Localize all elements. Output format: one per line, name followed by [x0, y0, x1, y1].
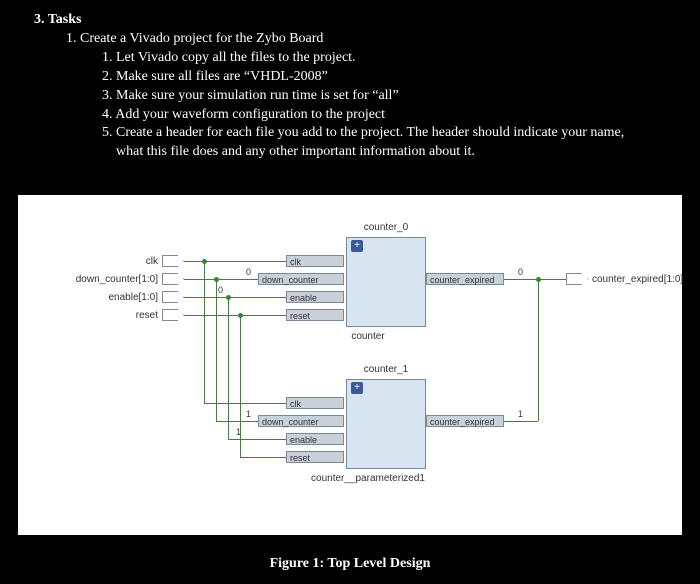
pad-c0-dc: down_counter [258, 273, 344, 285]
wire-node [536, 277, 541, 282]
port-reset: reset [68, 309, 184, 321]
wire [504, 279, 566, 280]
block-counter-0-header: counter_0 [347, 222, 425, 233]
wire-node [202, 259, 207, 264]
pad-c0-en: enable [286, 291, 344, 303]
port-shape-out-icon [566, 273, 588, 285]
wire [204, 261, 205, 403]
port-down-counter: down_counter[1:0] [68, 273, 184, 285]
task-sub-3: 3. Make sure your simulation run time is… [102, 87, 666, 106]
pad-c1-out: counter_expired [426, 415, 504, 427]
wire [184, 315, 286, 316]
block-c1-instance: counter__parameterized1 [288, 473, 448, 484]
task-sub-2: 2. Make sure all files are “VHDL-2008” [102, 68, 666, 87]
tasks-section: 3. Tasks 1. Create a Vivado project for … [0, 0, 700, 170]
idx-c0-dc: 0 [246, 267, 251, 277]
port-clk: clk [68, 255, 184, 267]
wire [240, 457, 286, 458]
wire [184, 297, 286, 298]
wire-node [226, 295, 231, 300]
pad-c1-dc: down_counter [258, 415, 344, 427]
wire-node [214, 277, 219, 282]
idx-c1-ce: 1 [518, 409, 523, 419]
wire [184, 261, 286, 262]
port-down-counter-label: down_counter[1:0] [68, 274, 158, 285]
task-sub-5-cont: what this file does and any other import… [116, 143, 666, 162]
idx-c1-en: 1 [236, 427, 241, 437]
idx-c0-ce: 0 [518, 267, 523, 277]
port-shape-in-icon [162, 309, 184, 321]
port-shape-in-icon [162, 291, 184, 303]
task-sub-4: 4. Add your waveform configuration to th… [102, 106, 666, 125]
pad-c0-reset: reset [286, 309, 344, 321]
idx-c1-dc: 1 [246, 409, 251, 419]
pad-c1-reset: reset [286, 451, 344, 463]
port-counter-expired-out: counter_expired[1:0] [566, 273, 683, 285]
wire [228, 439, 286, 440]
pad-c0-clk: clk [286, 255, 344, 267]
block-counter-1: counter_1 + [346, 379, 426, 469]
figure-caption: Figure 1: Top Level Design [0, 556, 700, 572]
wire-node [238, 313, 243, 318]
port-shape-in-icon [162, 273, 184, 285]
wire [228, 297, 229, 439]
pad-c1-clk: clk [286, 397, 344, 409]
port-reset-label: reset [68, 310, 158, 321]
diagram-frame: clk down_counter[1:0] enable[1:0] reset … [18, 195, 682, 535]
wire [216, 279, 217, 421]
block-c0-instance: counter [308, 331, 428, 342]
port-shape-in-icon [162, 255, 184, 267]
expand-icon[interactable]: + [351, 382, 363, 394]
task-sub-5: 5. Create a header for each file you add… [102, 124, 666, 143]
idx-c0-en: 0 [218, 285, 223, 295]
pad-c1-en: enable [286, 433, 344, 445]
tasks-heading: 3. Tasks [34, 12, 666, 28]
port-enable: enable[1:0] [68, 291, 184, 303]
pad-c0-out: counter_expired [426, 273, 504, 285]
wire [216, 421, 258, 422]
wire [538, 279, 539, 421]
port-counter-expired-label: counter_expired[1:0] [592, 274, 683, 285]
block-counter-0: counter_0 + [346, 237, 426, 327]
expand-icon[interactable]: + [351, 240, 363, 252]
port-enable-label: enable[1:0] [68, 292, 158, 303]
task-sub-1: 1. Let Vivado copy all the files to the … [102, 49, 666, 68]
port-clk-label: clk [68, 256, 158, 267]
wire [504, 421, 538, 422]
wire [184, 279, 258, 280]
task-main: 1. Create a Vivado project for the Zybo … [66, 30, 666, 49]
block-counter-1-header: counter_1 [347, 364, 425, 375]
